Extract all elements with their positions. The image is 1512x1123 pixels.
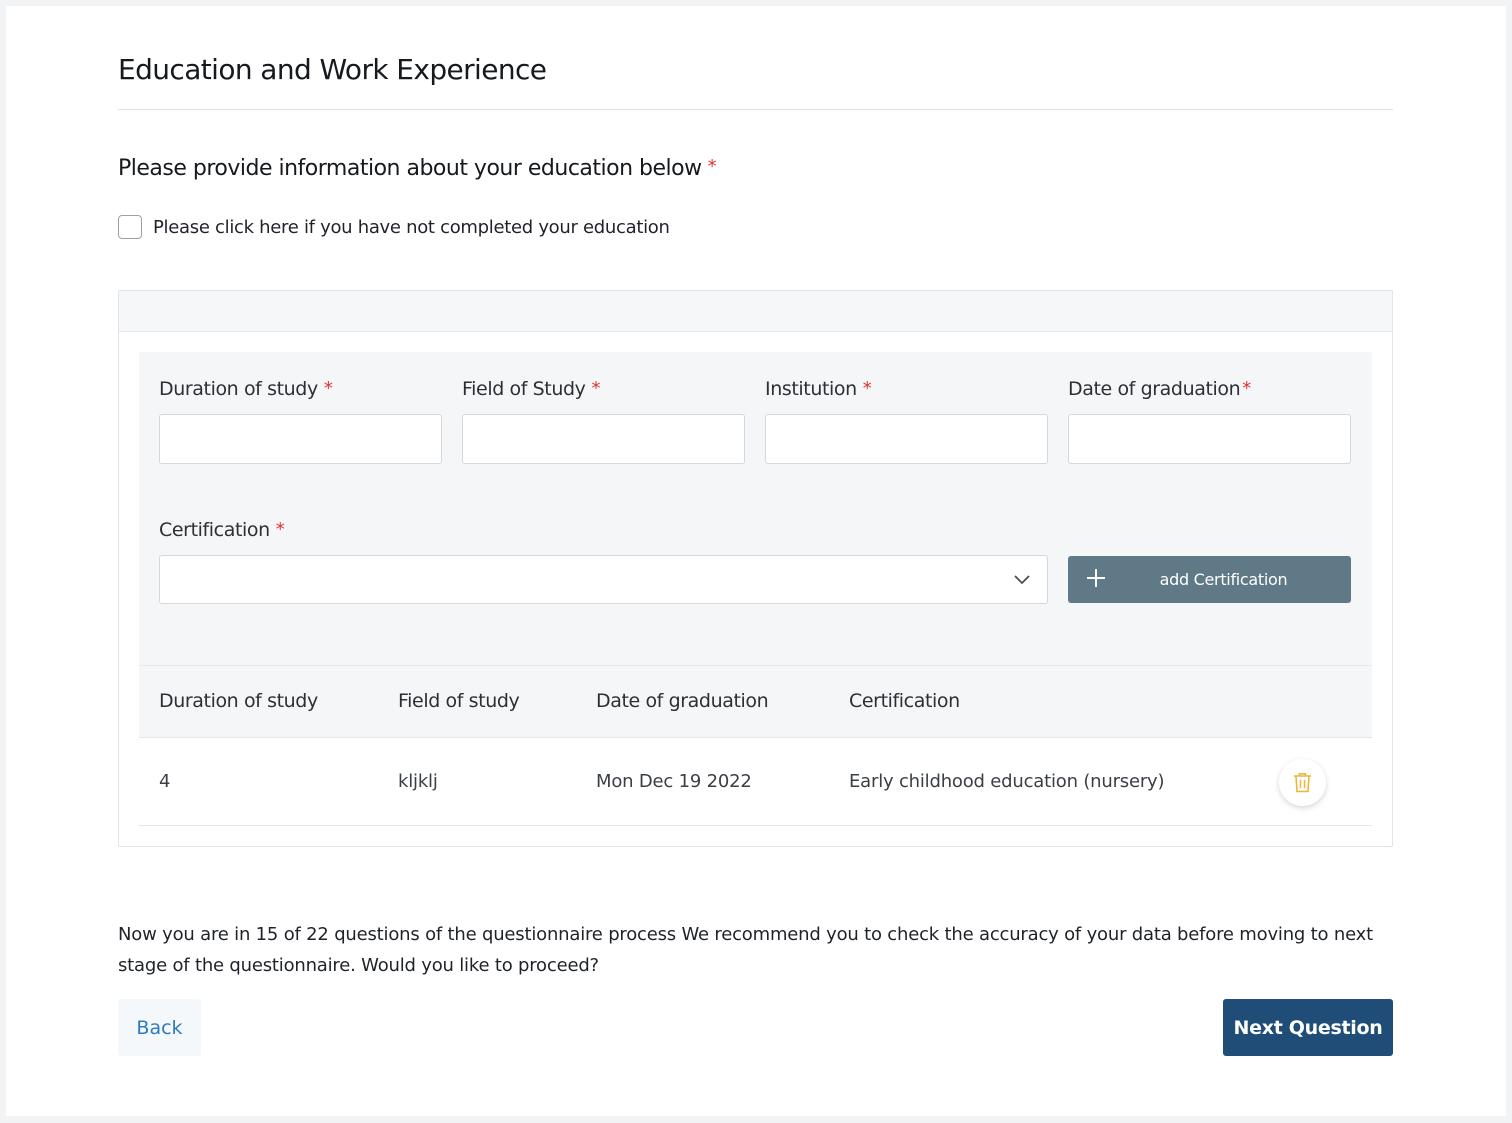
required-mark: * <box>323 378 333 399</box>
table-row: 4 kljklj Mon Dec 19 2022 Early childhood… <box>139 738 1372 826</box>
required-mark: * <box>591 378 601 399</box>
delete-row-button[interactable] <box>1279 759 1326 806</box>
date-of-graduation-label: Date of graduation * <box>1068 378 1251 400</box>
field-of-study-label: Field of Study * <box>462 378 601 400</box>
table-header: Duration of study Field of study Date of… <box>139 665 1372 738</box>
chevron-down-icon <box>1014 575 1030 585</box>
required-mark: * <box>1242 378 1251 399</box>
cell-date-of-graduation: Mon Dec 19 2022 <box>596 771 752 792</box>
field-of-study-input[interactable] <box>462 414 745 464</box>
certification-label: Certification * <box>159 519 285 541</box>
education-panel: Duration of study * Field of Study * Insti… <box>118 290 1393 847</box>
institution-label-text: Institution <box>765 378 857 400</box>
not-completed-checkbox-label[interactable]: Please click here if you have not comple… <box>153 217 670 238</box>
column-header: Field of study <box>398 690 520 712</box>
column-header: Certification <box>849 690 960 712</box>
cell-certification: Early childhood education (nursery) <box>849 771 1165 792</box>
required-mark: * <box>862 378 872 399</box>
page-card: Education and Work Experience Please pro… <box>6 6 1506 1116</box>
institution-label: Institution * <box>765 378 872 400</box>
not-completed-checkbox[interactable] <box>118 215 142 239</box>
progress-note: Now you are in 15 of 22 questions of the… <box>118 924 1373 976</box>
duration-label-text: Duration of study <box>159 378 318 400</box>
required-mark: * <box>707 156 717 177</box>
column-header: Date of graduation <box>596 690 769 712</box>
trash-icon <box>1294 773 1311 793</box>
institution-input[interactable] <box>765 414 1048 464</box>
add-certification-button[interactable]: add Certification <box>1068 556 1351 603</box>
next-question-button[interactable]: Next Question <box>1223 999 1393 1056</box>
date-of-graduation-label-text: Date of graduation <box>1068 378 1241 400</box>
duration-label: Duration of study * <box>159 378 333 400</box>
field-of-study-label-text: Field of Study <box>462 378 586 400</box>
certification-label-text: Certification <box>159 519 270 541</box>
date-of-graduation-input[interactable] <box>1068 414 1351 464</box>
not-completed-checkbox-row[interactable]: Please click here if you have not comple… <box>118 215 670 239</box>
add-certification-label: add Certification <box>1159 570 1288 589</box>
question-heading: Please provide information about your ed… <box>118 156 717 181</box>
cell-duration: 4 <box>159 771 171 792</box>
cell-field-of-study: kljklj <box>398 771 438 792</box>
panel-header <box>119 291 1392 332</box>
page-title: Education and Work Experience <box>118 53 547 86</box>
duration-input[interactable] <box>159 414 442 464</box>
back-button[interactable]: Back <box>118 999 201 1056</box>
required-mark: * <box>275 519 285 540</box>
education-form: Duration of study * Field of Study * Insti… <box>139 352 1372 665</box>
title-divider <box>118 109 1393 110</box>
column-header: Duration of study <box>159 690 318 712</box>
certification-select[interactable] <box>159 555 1048 604</box>
question-text: Please provide information about your ed… <box>118 156 702 181</box>
